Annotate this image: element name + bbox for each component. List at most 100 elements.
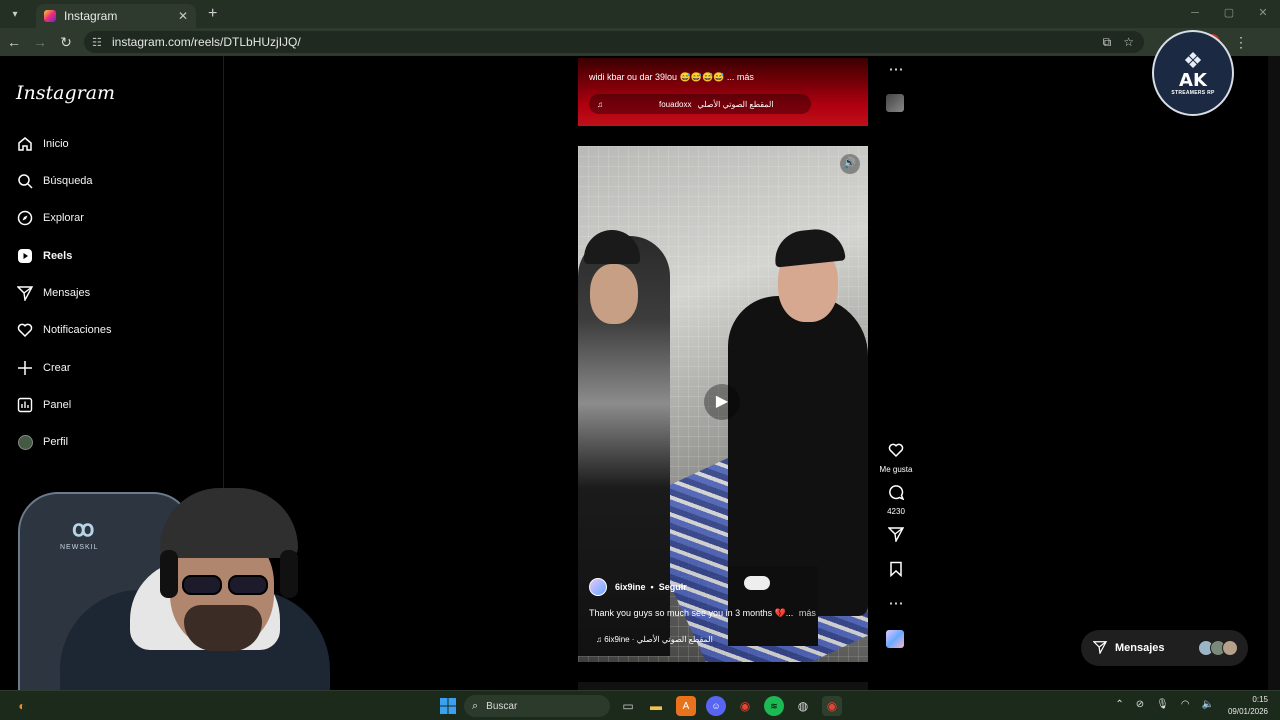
sidebar-item-reels[interactable]: Reels bbox=[16, 244, 72, 268]
video-shoe bbox=[744, 576, 770, 590]
browser-menu-icon[interactable]: ⋮ bbox=[1234, 34, 1248, 51]
previous-reel-audio-title: المقطع الصوتي الأصلي bbox=[697, 99, 774, 109]
instagram-favicon bbox=[44, 10, 56, 22]
close-tab-icon[interactable]: ✕ bbox=[178, 9, 188, 23]
discord-icon[interactable]: ☺ bbox=[706, 696, 726, 716]
prev-reel-audio-thumb[interactable] bbox=[886, 94, 904, 112]
install-app-icon[interactable]: ⧉ bbox=[1103, 35, 1112, 50]
file-explorer-icon[interactable]: ▬ bbox=[646, 696, 666, 716]
maximize-icon[interactable]: ▢ bbox=[1212, 0, 1246, 28]
microphone-icon[interactable]: 🎙 bbox=[1156, 699, 1169, 710]
clock-date: 09/01/2026 bbox=[1227, 707, 1268, 716]
like-label: Me gusta bbox=[879, 465, 913, 474]
volume-icon[interactable]: 🔊 bbox=[840, 154, 860, 174]
chart-icon bbox=[16, 396, 34, 414]
windows-taskbar: ◐ ⌕ Buscar ▭ ▬ A ☺ ◉ ≋ ◍ ◉ ⌃ ⊘ 🎙 ◠ 🔈 0:1… bbox=[0, 690, 1280, 720]
separator-dot: • bbox=[650, 582, 654, 592]
more-options-icon[interactable]: ⋯ bbox=[876, 596, 916, 612]
back-icon[interactable]: ← bbox=[2, 34, 26, 50]
system-tray: ⌃ ⊘ 🎙 ◠ 🔈 bbox=[1115, 699, 1214, 710]
home-icon bbox=[16, 135, 34, 153]
previous-reel-caption[interactable]: widi kbar ou dar 39lou 😅😅😅😅 ... más bbox=[589, 72, 754, 83]
sidebar-item-busqueda[interactable]: Búsqueda bbox=[16, 169, 93, 193]
sidebar-item-label: Explorar bbox=[43, 212, 84, 224]
tab-search-button[interactable]: ▾ bbox=[4, 3, 26, 25]
spotify-icon[interactable]: ≋ bbox=[764, 696, 784, 716]
sidebar-item-panel[interactable]: Panel bbox=[16, 393, 71, 417]
github-icon[interactable]: ◍ bbox=[793, 696, 813, 716]
close-window-icon[interactable]: ✕ bbox=[1246, 0, 1280, 28]
sidebar-item-notificaciones[interactable]: Notificaciones bbox=[16, 318, 111, 342]
browser-toolbar: ← → ↻ ☷ instagram.com/reels/DTLbHUzjIJQ/… bbox=[0, 28, 1280, 56]
reload-icon[interactable]: ↻ bbox=[54, 34, 78, 51]
search-icon bbox=[16, 172, 34, 190]
prev-reel-more-icon[interactable]: ⋯ bbox=[876, 62, 916, 78]
send-icon bbox=[876, 526, 916, 546]
comment-icon bbox=[876, 484, 916, 504]
chair-logo-icon: ꝏ bbox=[72, 516, 95, 541]
bookmark-icon bbox=[876, 561, 916, 581]
site-info-icon[interactable]: ☷ bbox=[92, 36, 106, 49]
sidebar-item-label: Inicio bbox=[43, 138, 69, 150]
volume-icon[interactable]: 🔈 bbox=[1202, 699, 1214, 710]
compass-icon bbox=[16, 209, 34, 227]
url-text[interactable]: instagram.com/reels/DTLbHUzjIJQ/ bbox=[112, 35, 301, 49]
address-bar[interactable]: ☷ instagram.com/reels/DTLbHUzjIJQ/ ⧉ ☆ bbox=[84, 31, 1144, 53]
taskbar-clock[interactable]: 0:15 09/01/2026 bbox=[1228, 694, 1268, 718]
like-button[interactable]: Me gusta bbox=[876, 442, 916, 474]
current-reel-video[interactable]: 🔊 ▶ 6ix9ine • Seguir Thank you guys so m… bbox=[578, 146, 868, 662]
plus-icon bbox=[16, 359, 34, 377]
send-icon bbox=[16, 284, 34, 302]
share-button[interactable] bbox=[876, 526, 916, 546]
sidebar-item-label: Perfil bbox=[43, 436, 69, 448]
chevron-up-icon[interactable]: ⌃ bbox=[1115, 699, 1123, 710]
taskbar-search[interactable]: ⌕ Buscar bbox=[464, 695, 610, 717]
instagram-logo[interactable]: Instagram bbox=[16, 82, 115, 104]
heart-icon bbox=[16, 321, 34, 339]
sidebar-item-mensajes[interactable]: Mensajes bbox=[16, 281, 90, 305]
play-icon[interactable]: ▶ bbox=[704, 384, 740, 420]
video-person-right-legs bbox=[728, 566, 818, 646]
author-username[interactable]: 6ix9ine bbox=[615, 582, 646, 592]
reel-audio-text: 6ix9ine · المقطع الصوتي الأصلي bbox=[604, 635, 713, 644]
app-icon[interactable]: A bbox=[676, 696, 696, 716]
reel-audio-thumb[interactable] bbox=[886, 630, 904, 648]
author-avatar[interactable] bbox=[589, 578, 607, 596]
caption-more-link[interactable]: más bbox=[799, 608, 816, 618]
glasses-lens bbox=[228, 575, 268, 595]
headphone-left bbox=[160, 550, 178, 598]
previous-reel-audio-user: fouadoxx bbox=[659, 99, 692, 109]
previous-reel-audio[interactable]: ♫ fouadoxx المقطع الصوتي الأصلي bbox=[589, 94, 811, 114]
wifi-icon[interactable]: ◠ bbox=[1181, 699, 1190, 710]
follow-button[interactable]: Seguir bbox=[659, 582, 687, 592]
sidebar-item-inicio[interactable]: Inicio bbox=[16, 132, 69, 156]
notification-off-icon[interactable]: ⊘ bbox=[1136, 699, 1144, 710]
music-note-icon: ♫ bbox=[597, 99, 603, 109]
sidebar-item-crear[interactable]: Crear bbox=[16, 356, 71, 380]
save-button[interactable] bbox=[876, 561, 916, 581]
reel-caption[interactable]: Thank you guys so much see you in 3 mont… bbox=[589, 608, 816, 619]
reels-icon bbox=[16, 247, 34, 265]
minimize-icon[interactable]: ─ bbox=[1178, 0, 1212, 28]
avatar bbox=[1222, 640, 1238, 656]
messages-pill[interactable]: Mensajes bbox=[1081, 630, 1248, 666]
comment-button[interactable]: 4230 bbox=[876, 484, 916, 516]
sidebar-item-explorar[interactable]: Explorar bbox=[16, 206, 84, 230]
chrome-active-icon[interactable]: ◉ bbox=[822, 696, 842, 716]
new-tab-button[interactable]: + bbox=[208, 5, 217, 23]
bookmark-star-icon[interactable]: ☆ bbox=[1123, 35, 1134, 50]
search-icon: ⌕ bbox=[472, 699, 479, 712]
previous-reel[interactable]: widi kbar ou dar 39lou 😅😅😅😅 ... más ♫ fo… bbox=[578, 58, 868, 126]
task-view-icon[interactable]: ▭ bbox=[618, 696, 638, 716]
chrome-icon[interactable]: ◉ bbox=[735, 696, 755, 716]
sidebar-item-label: Panel bbox=[43, 399, 72, 411]
clock-time: 0:15 bbox=[1252, 695, 1268, 704]
forward-icon[interactable]: → bbox=[28, 34, 52, 50]
start-button[interactable] bbox=[438, 696, 458, 716]
reel-audio[interactable]: ♫ 6ix9ine · المقطع الصوتي الأصلي bbox=[596, 635, 713, 644]
widgets-icon[interactable]: ◐ bbox=[12, 696, 32, 716]
tab-title: Instagram bbox=[64, 9, 118, 23]
page-scrollbar[interactable] bbox=[1268, 56, 1280, 690]
sidebar-item-perfil[interactable]: Perfil bbox=[16, 430, 68, 454]
browser-tab[interactable]: Instagram ✕ bbox=[36, 4, 196, 28]
